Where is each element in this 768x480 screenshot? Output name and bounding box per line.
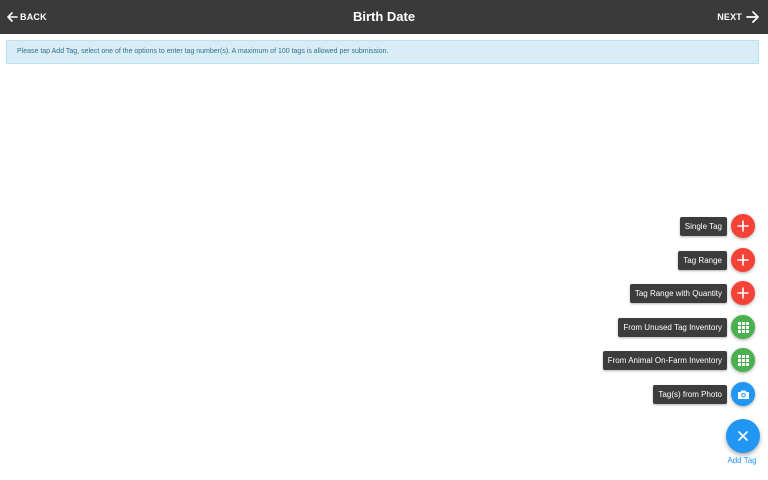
info-banner: Please tap Add Tag, select one of the op… (6, 40, 759, 64)
tag-range-button[interactable] (731, 248, 755, 272)
top-app-bar: BACK Birth Date NEXT (0, 0, 768, 34)
next-button[interactable]: NEXT (717, 10, 760, 24)
speed-dial-item-tags-from-photo[interactable]: Tag(s) from Photo (653, 382, 755, 406)
camera-icon (737, 390, 749, 399)
unused-inventory-button[interactable] (731, 315, 755, 339)
speed-dial-label[interactable]: Tag Range (678, 250, 727, 270)
add-tag-label[interactable]: Add Tag (716, 456, 768, 465)
speed-dial-item-tag-range-quantity[interactable]: Tag Range with Quantity (629, 281, 755, 305)
plus-icon (737, 254, 749, 266)
single-tag-button[interactable] (731, 214, 755, 238)
page-title: Birth Date (352, 9, 416, 24)
add-tag-fab[interactable] (726, 419, 760, 453)
on-farm-inventory-button[interactable] (731, 348, 755, 372)
speed-dial-item-single-tag[interactable]: Single Tag (679, 214, 755, 238)
grid-icon (737, 321, 749, 333)
speed-dial-label[interactable]: From Unused Tag Inventory (618, 317, 727, 337)
speed-dial-item-unused-inventory[interactable]: From Unused Tag Inventory (618, 315, 755, 339)
plus-icon (737, 220, 749, 232)
plus-icon (737, 287, 749, 299)
speed-dial-item-on-farm-inventory[interactable]: From Animal On-Farm Inventory (602, 348, 755, 372)
speed-dial-label[interactable]: Tag Range with Quantity (629, 283, 727, 303)
arrow-right-icon (746, 11, 759, 23)
speed-dial-label[interactable]: Tag(s) from Photo (653, 384, 727, 404)
close-icon (738, 431, 748, 441)
speed-dial-item-tag-range[interactable]: Tag Range (678, 248, 755, 272)
tags-from-photo-button[interactable] (731, 382, 755, 406)
speed-dial-label[interactable]: Single Tag (679, 216, 727, 236)
grid-icon (737, 354, 749, 366)
next-button-label: NEXT (717, 12, 742, 22)
speed-dial-label[interactable]: From Animal On-Farm Inventory (602, 350, 727, 370)
tag-range-quantity-button[interactable] (731, 281, 755, 305)
